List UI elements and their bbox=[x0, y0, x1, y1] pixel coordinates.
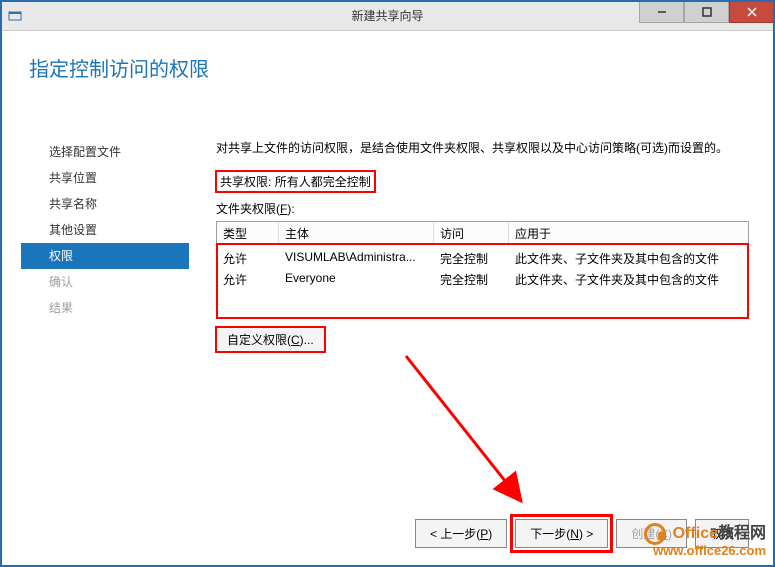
step-results: 结果 bbox=[29, 295, 189, 321]
cell-principal: VISUMLAB\Administra... bbox=[279, 249, 434, 268]
create-button: 创建(C) bbox=[616, 519, 687, 548]
wizard-steps: 选择配置文件 共享位置 共享名称 其他设置 权限 确认 结果 bbox=[29, 139, 189, 321]
table-row[interactable]: 允许 Everyone 完全控制 此文件夹、子文件夹及其中包含的文件 bbox=[217, 269, 748, 290]
step-permissions[interactable]: 权限 bbox=[21, 243, 189, 269]
main-panel: 对共享上文件的访问权限，是结合使用文件夹权限、共享权限以及中心访问策略(可选)而… bbox=[216, 139, 749, 352]
cell-applies: 此文件夹、子文件夹及其中包含的文件 bbox=[509, 270, 748, 289]
col-type[interactable]: 类型 bbox=[217, 222, 279, 243]
maximize-button[interactable] bbox=[684, 1, 729, 23]
table-body: 允许 VISUMLAB\Administra... 完全控制 此文件夹、子文件夹… bbox=[217, 244, 748, 318]
step-share-location[interactable]: 共享位置 bbox=[29, 165, 189, 191]
customize-permissions-button[interactable]: 自定义权限(C)... bbox=[216, 327, 325, 352]
cell-type: 允许 bbox=[217, 249, 279, 268]
minimize-button[interactable] bbox=[639, 1, 684, 23]
wizard-window: 新建共享向导 指定控制访问的权限 选择配置文件 共享位置 共享名称 其他设置 权… bbox=[0, 0, 775, 567]
description-text: 对共享上文件的访问权限，是结合使用文件夹权限、共享权限以及中心访问策略(可选)而… bbox=[216, 139, 749, 157]
col-principal[interactable]: 主体 bbox=[279, 222, 434, 243]
cell-type: 允许 bbox=[217, 270, 279, 289]
close-button[interactable] bbox=[729, 1, 774, 23]
cell-applies: 此文件夹、子文件夹及其中包含的文件 bbox=[509, 249, 748, 268]
col-applies[interactable]: 应用于 bbox=[509, 222, 748, 243]
cell-access: 完全控制 bbox=[434, 249, 509, 268]
previous-button[interactable]: < 上一步(P) bbox=[415, 519, 507, 548]
col-access[interactable]: 访问 bbox=[434, 222, 509, 243]
cell-principal: Everyone bbox=[279, 270, 434, 289]
annotation-arrow bbox=[391, 341, 591, 541]
titlebar: 新建共享向导 bbox=[1, 1, 774, 31]
cancel-button[interactable]: 取消 bbox=[695, 519, 749, 548]
step-confirm: 确认 bbox=[29, 269, 189, 295]
wizard-footer: < 上一步(P) 下一步(N) > 创建(C) 取消 bbox=[415, 519, 749, 548]
wizard-body: 指定控制访问的权限 选择配置文件 共享位置 共享名称 其他设置 权限 确认 结果… bbox=[1, 31, 774, 566]
share-permissions-value: 所有人都完全控制 bbox=[275, 175, 371, 189]
table-header: 类型 主体 访问 应用于 bbox=[217, 222, 748, 244]
folder-permissions-label: 文件夹权限(F): bbox=[216, 200, 749, 217]
window-controls bbox=[639, 1, 774, 23]
step-select-profile[interactable]: 选择配置文件 bbox=[29, 139, 189, 165]
next-button[interactable]: 下一步(N) > bbox=[515, 519, 608, 548]
table-row[interactable]: 允许 VISUMLAB\Administra... 完全控制 此文件夹、子文件夹… bbox=[217, 248, 748, 269]
share-permissions-label: 共享权限: bbox=[220, 175, 271, 189]
permissions-table: 类型 主体 访问 应用于 允许 VISUMLAB\Administra... 完… bbox=[216, 221, 749, 319]
cell-access: 完全控制 bbox=[434, 270, 509, 289]
page-heading: 指定控制访问的权限 bbox=[1, 31, 774, 82]
step-share-name[interactable]: 共享名称 bbox=[29, 191, 189, 217]
share-permissions-line: 共享权限: 所有人都完全控制 bbox=[216, 171, 375, 192]
app-icon bbox=[7, 8, 23, 24]
step-other-settings[interactable]: 其他设置 bbox=[29, 217, 189, 243]
